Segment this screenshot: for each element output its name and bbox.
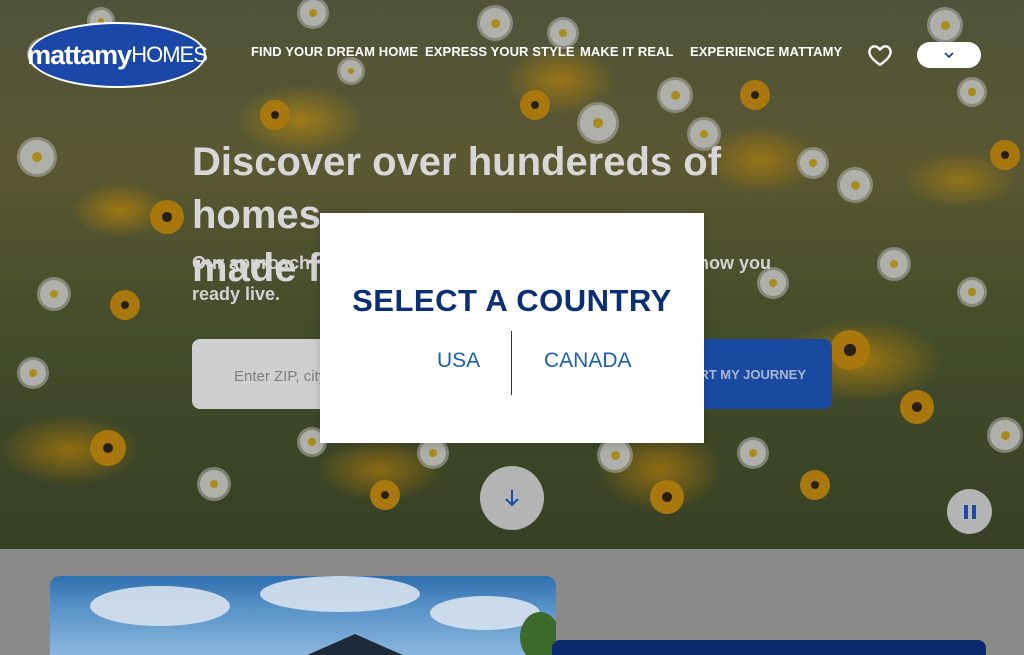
modal-divider	[511, 331, 512, 395]
country-option-canada[interactable]: CANADA	[544, 349, 632, 373]
modal-title: SELECT A COUNTRY	[352, 283, 672, 318]
country-select-modal: SELECT A COUNTRY USA CANADA	[320, 213, 704, 443]
country-option-usa[interactable]: USA	[437, 349, 480, 373]
